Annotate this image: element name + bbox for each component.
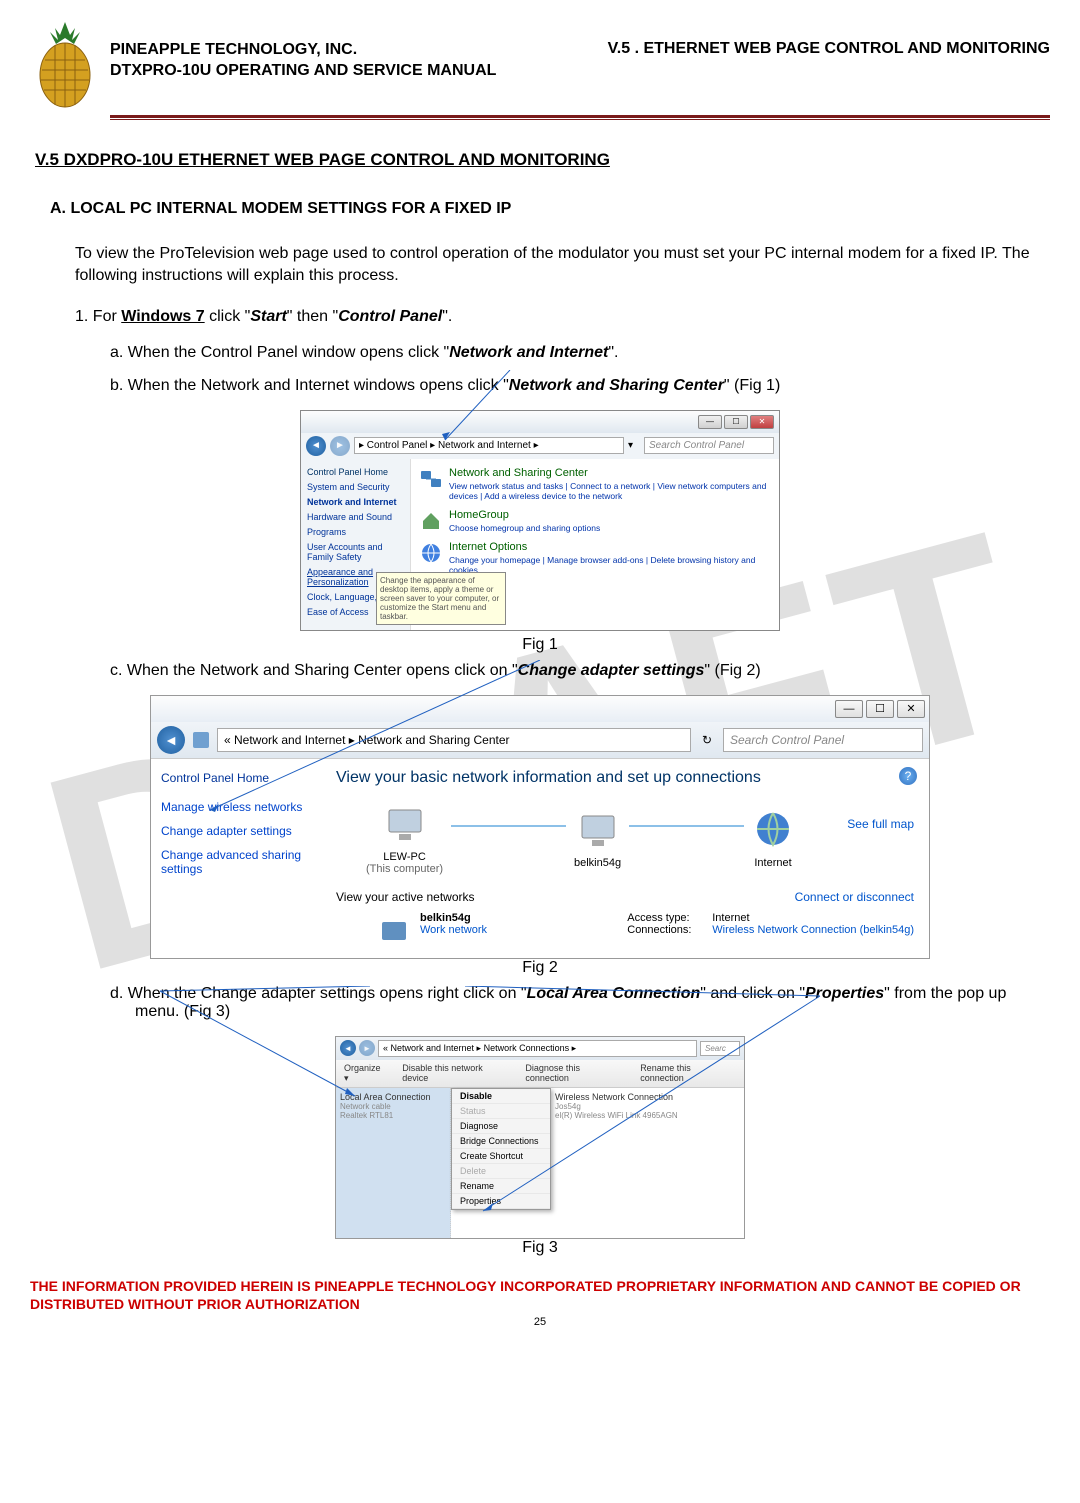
header-left: PINEAPPLE TECHNOLOGY, INC. DTXPRO-10U OP…: [110, 40, 496, 82]
breadcrumb-path[interactable]: « Network and Internet ▸ Network and Sha…: [217, 728, 691, 752]
fig1-caption: Fig 1: [300, 636, 780, 654]
sidebar-item[interactable]: Hardware and Sound: [307, 512, 404, 522]
fig2-sidebar: Control Panel Home Manage wireless netwo…: [151, 759, 321, 958]
breadcrumb-path[interactable]: ▸ Control Panel ▸ Network and Internet ▸: [354, 437, 624, 454]
back-button[interactable]: ◄: [157, 726, 185, 754]
menu-status: Status: [452, 1104, 550, 1119]
fig1-window: — ☐ ✕ ◄ ► ▸ Control Panel ▸ Network and …: [300, 410, 780, 631]
toolbar-rename[interactable]: Rename this connection: [640, 1063, 736, 1084]
step-1d: d. When the Change adapter settings open…: [30, 985, 1050, 1021]
intro-paragraph: To view the ProTelevision web page used …: [30, 243, 1050, 288]
globe-icon: [752, 808, 794, 850]
fig2-titlebar: — ☐ ✕: [151, 696, 929, 722]
network-entry: belkin54g Work network Access type:Inter…: [376, 912, 914, 948]
step-1c: c. When the Network and Sharing Center o…: [30, 662, 1050, 680]
toolbar-organize[interactable]: Organize ▾: [344, 1063, 387, 1084]
toolbar-disable[interactable]: Disable this network device: [402, 1063, 510, 1084]
menu-diagnose[interactable]: Diagnose: [452, 1119, 550, 1134]
fig2-window: — ☐ ✕ ◄ « Network and Internet ▸ Network…: [150, 695, 930, 959]
category-network-sharing[interactable]: Network and Sharing Center View network …: [419, 467, 771, 501]
forward-button[interactable]: ►: [330, 436, 350, 456]
node-internet: Internet: [752, 808, 794, 869]
step-1a: a. When the Control Panel window opens c…: [30, 344, 1050, 362]
sidebar-link-wireless[interactable]: Manage wireless networks: [161, 800, 311, 814]
sidebar-home[interactable]: Control Panel Home: [307, 467, 404, 477]
menu-shortcut[interactable]: Create Shortcut: [452, 1149, 550, 1164]
category-internet-options[interactable]: Internet Options Change your homepage | …: [419, 541, 771, 575]
step-1: 1. For Windows 7 click "Start" then "Con…: [30, 308, 1050, 326]
network-icon: [376, 912, 412, 948]
menu-rename[interactable]: Rename: [452, 1179, 550, 1194]
breadcrumb-path[interactable]: « Network and Internet ▸ Network Connect…: [378, 1040, 697, 1057]
back-button[interactable]: ◄: [340, 1040, 356, 1056]
chapter-title: V.5 . ETHERNET WEB PAGE CONTROL AND MONI…: [608, 40, 1050, 82]
sidebar-link-adapter[interactable]: Change adapter settings: [161, 824, 311, 838]
node-this-pc: LEW-PC (This computer): [366, 802, 443, 875]
menu-bridge[interactable]: Bridge Connections: [452, 1134, 550, 1149]
fig1-breadcrumb-bar: ◄ ► ▸ Control Panel ▸ Network and Intern…: [301, 433, 779, 459]
back-button[interactable]: ◄: [306, 436, 326, 456]
header-divider: [110, 115, 1050, 120]
sidebar-item[interactable]: System and Security: [307, 482, 404, 492]
maximize-button[interactable]: ☐: [866, 700, 894, 718]
close-button[interactable]: ✕: [897, 700, 925, 718]
subsection-a-title: A. LOCAL PC INTERNAL MODEM SETTINGS FOR …: [30, 200, 1050, 218]
minimize-button[interactable]: —: [698, 415, 722, 429]
sidebar-item[interactable]: User Accounts and Family Safety: [307, 542, 404, 562]
sidebar-item[interactable]: Programs: [307, 527, 404, 537]
local-area-connection[interactable]: Local Area Connection Network cable Real…: [336, 1088, 451, 1238]
fig2-caption: Fig 2: [150, 959, 930, 977]
sidebar-home[interactable]: Control Panel Home: [161, 771, 311, 785]
connect-disconnect-link[interactable]: Connect or disconnect: [795, 890, 914, 904]
router-icon: [577, 808, 619, 850]
minimize-button[interactable]: —: [835, 700, 863, 718]
network-map: LEW-PC (This computer) belkin54g: [366, 802, 794, 875]
category-homegroup[interactable]: HomeGroup Choose homegroup and sharing o…: [419, 509, 771, 533]
homegroup-icon: [419, 509, 443, 533]
sidebar-item-active[interactable]: Network and Internet: [307, 497, 404, 507]
computer-icon: [384, 802, 426, 844]
search-input[interactable]: Search Control Panel: [644, 437, 774, 454]
context-menu: Disable Status Diagnose Bridge Connectio…: [451, 1088, 551, 1210]
proprietary-notice: THE INFORMATION PROVIDED HEREIN IS PINEA…: [30, 1277, 1050, 1313]
page-number: 25: [30, 1316, 1050, 1328]
pineapple-logo: [30, 20, 100, 110]
search-input[interactable]: Search Control Panel: [723, 728, 923, 752]
active-networks-label: View your active networks: [336, 890, 475, 904]
menu-disable[interactable]: Disable: [452, 1089, 550, 1104]
fig3-toolbar: Organize ▾ Disable this network device D…: [336, 1060, 744, 1088]
network-type-link[interactable]: Work network: [420, 924, 487, 936]
manual-name: DTXPRO-10U OPERATING AND SERVICE MANUAL: [110, 61, 496, 82]
see-full-map-link[interactable]: See full map: [824, 802, 914, 831]
step-1b: b. When the Network and Internet windows…: [30, 377, 1050, 395]
fig1-titlebar: — ☐ ✕: [301, 411, 779, 433]
maximize-button[interactable]: ☐: [724, 415, 748, 429]
search-input[interactable]: Searc: [700, 1041, 740, 1056]
company-name: PINEAPPLE TECHNOLOGY, INC.: [110, 40, 496, 61]
sidebar-link-sharing[interactable]: Change advanced sharing settings: [161, 848, 311, 876]
connection-link[interactable]: Wireless Network Connection (belkin54g): [712, 924, 914, 936]
fig3-caption: Fig 3: [335, 1239, 745, 1257]
internet-options-icon: [419, 541, 443, 565]
fig2-breadcrumb-bar: ◄ « Network and Internet ▸ Network and S…: [151, 722, 929, 759]
menu-delete: Delete: [452, 1164, 550, 1179]
close-button[interactable]: ✕: [750, 415, 774, 429]
page-header: PINEAPPLE TECHNOLOGY, INC. DTXPRO-10U OP…: [30, 20, 1050, 110]
network-sharing-icon: [419, 467, 443, 491]
section-title: V.5 DXDPRO-10U ETHERNET WEB PAGE CONTROL…: [30, 150, 1050, 170]
toolbar-diagnose[interactable]: Diagnose this connection: [525, 1063, 625, 1084]
help-icon[interactable]: ?: [899, 767, 917, 785]
tooltip: Change the appearance of desktop items, …: [376, 572, 506, 625]
fig3-window: ◄ ► « Network and Internet ▸ Network Con…: [335, 1036, 745, 1239]
fig3-breadcrumb-bar: ◄ ► « Network and Internet ▸ Network Con…: [336, 1037, 744, 1060]
forward-button[interactable]: ►: [359, 1040, 375, 1056]
control-panel-icon: [191, 730, 211, 750]
node-router: belkin54g: [574, 808, 621, 869]
wireless-connection[interactable]: Wireless Network Connection Jos54g el(R)…: [551, 1088, 744, 1238]
main-heading: View your basic network information and …: [336, 769, 914, 787]
menu-properties[interactable]: Properties: [452, 1194, 550, 1209]
fig2-main: View your basic network information and …: [321, 759, 929, 958]
refresh-icon[interactable]: ↻: [697, 733, 717, 747]
